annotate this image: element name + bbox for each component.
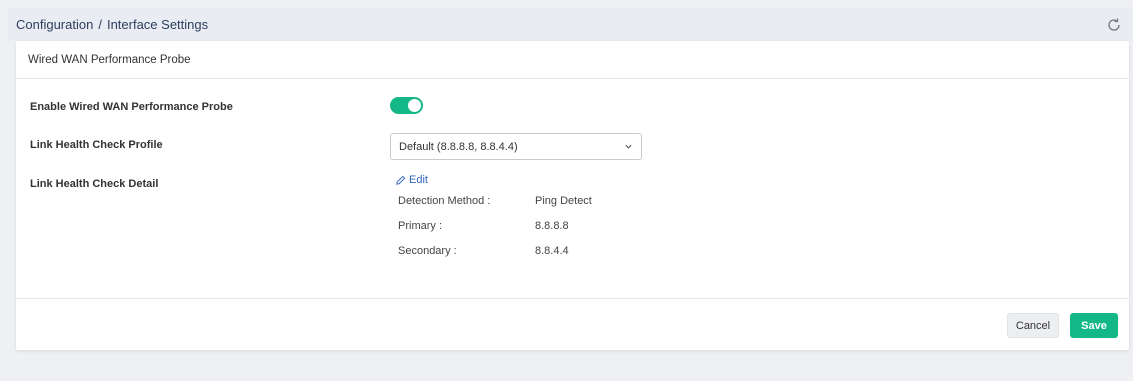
profile-label: Link Health Check Profile [30,139,163,151]
settings-card: Wired WAN Performance Probe Enable Wired… [16,41,1129,350]
toggle-knob [408,99,421,112]
breadcrumb-separator: / [98,17,102,32]
refresh-button[interactable] [1105,16,1123,34]
detail-label: Link Health Check Detail [30,178,159,190]
breadcrumb: Configuration / Interface Settings [16,17,208,32]
enable-probe-toggle[interactable] [390,97,423,114]
page-header: Configuration / Interface Settings [8,8,1133,41]
primary-label: Primary : [398,220,442,232]
enable-probe-label: Enable Wired WAN Performance Probe [30,101,233,113]
detection-method-label: Detection Method : [398,195,491,207]
edit-link[interactable]: Edit [395,174,428,186]
edit-label: Edit [409,174,428,186]
save-button[interactable]: Save [1070,313,1118,338]
footer-divider [16,298,1129,299]
secondary-label: Secondary : [398,245,457,257]
cancel-button[interactable]: Cancel [1007,313,1059,338]
secondary-value: 8.8.4.4 [535,245,569,257]
detection-method-value: Ping Detect [535,195,592,207]
chevron-down-icon [625,144,632,149]
profile-select[interactable]: Default (8.8.8.8, 8.8.4.4) [390,133,642,160]
primary-value: 8.8.8.8 [535,220,569,232]
pencil-icon [396,175,406,185]
card-title: Wired WAN Performance Probe [16,41,1129,79]
profile-select-value: Default (8.8.8.8, 8.8.4.4) [399,140,518,153]
breadcrumb-section[interactable]: Configuration [16,17,93,32]
breadcrumb-page: Interface Settings [106,17,209,32]
refresh-icon [1108,18,1120,31]
